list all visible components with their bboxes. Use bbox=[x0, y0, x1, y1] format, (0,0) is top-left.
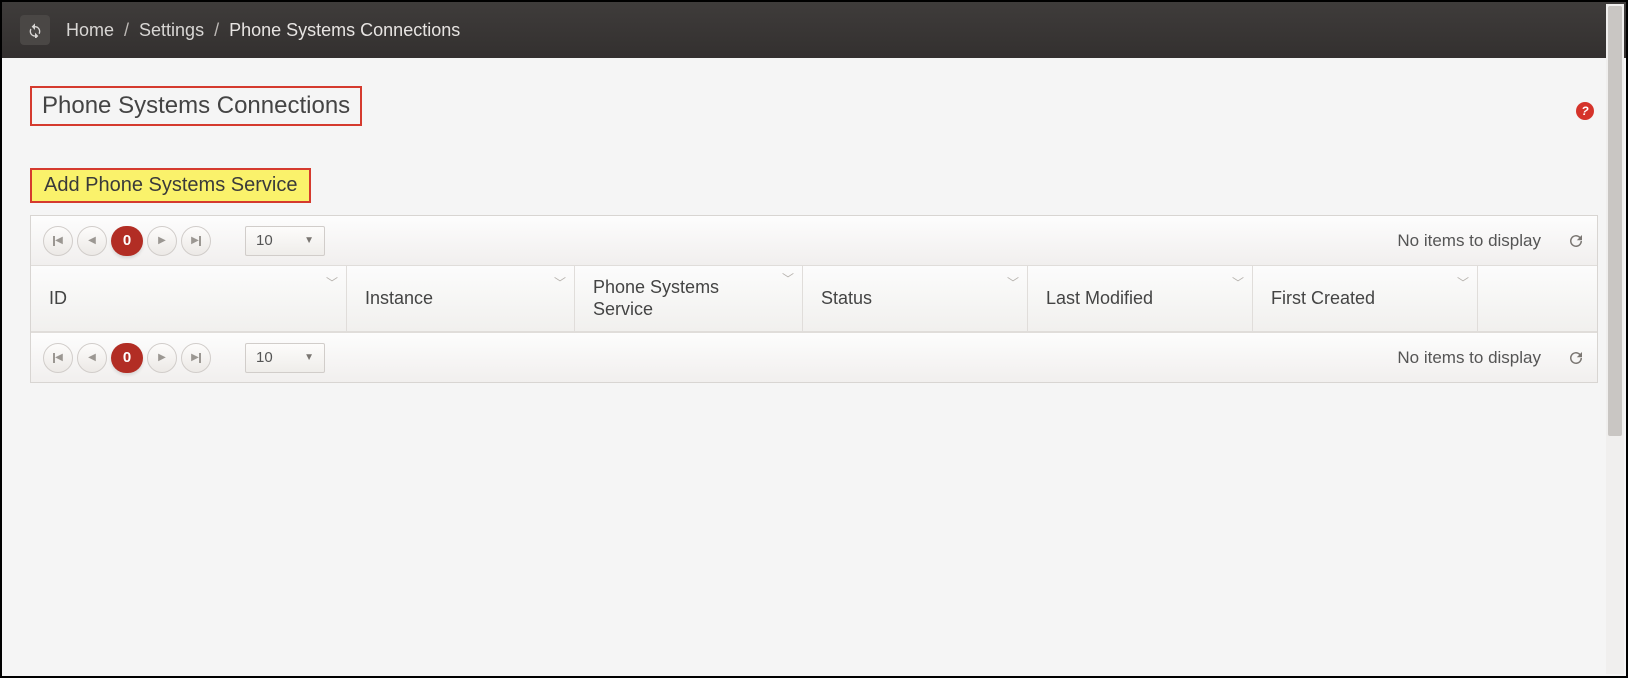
page-size-value: 10 bbox=[256, 232, 273, 249]
pager-first-button[interactable]: ◀ bbox=[43, 343, 73, 373]
chevron-down-icon: ▼ bbox=[304, 235, 314, 246]
page-size-value: 10 bbox=[256, 349, 273, 366]
page-size-select[interactable]: 10 ▼ bbox=[245, 343, 325, 373]
pager-current-page: 0 bbox=[111, 226, 143, 256]
column-label: Last Modified bbox=[1046, 288, 1153, 309]
breadcrumb-bar: Home / Settings / Phone Systems Connecti… bbox=[2, 2, 1626, 58]
pager-last-button[interactable]: ▶ bbox=[181, 343, 211, 373]
column-header-first-created[interactable]: First Created ﹀ bbox=[1253, 266, 1478, 331]
column-header-status[interactable]: Status ﹀ bbox=[803, 266, 1028, 331]
pager-next-button[interactable]: ▶ bbox=[147, 226, 177, 256]
chevron-down-icon: ▼ bbox=[304, 352, 314, 363]
grid-header-row: ID ﹀ Instance ﹀ Phone Systems Service ﹀ … bbox=[31, 266, 1597, 332]
page-size-select[interactable]: 10 ▼ bbox=[245, 226, 325, 256]
chevron-down-icon: ﹀ bbox=[554, 274, 566, 291]
pager-status-text: No items to display bbox=[1397, 348, 1541, 368]
breadcrumb-current: Phone Systems Connections bbox=[229, 20, 460, 41]
scrollbar-thumb[interactable] bbox=[1608, 6, 1622, 436]
column-header-last-modified[interactable]: Last Modified ﹀ bbox=[1028, 266, 1253, 331]
refresh-icon[interactable] bbox=[20, 15, 50, 45]
breadcrumb-separator: / bbox=[214, 20, 219, 41]
breadcrumb-settings[interactable]: Settings bbox=[139, 20, 204, 41]
column-header-spacer bbox=[1478, 266, 1597, 331]
grid-reload-icon[interactable] bbox=[1567, 232, 1585, 250]
pager-prev-button[interactable]: ◀ bbox=[77, 226, 107, 256]
pager-top: ◀ ◀ 0 ▶ ▶ 10 ▼ No items to display bbox=[31, 216, 1597, 266]
chevron-down-icon: ﹀ bbox=[1007, 274, 1019, 291]
grid-reload-icon[interactable] bbox=[1567, 349, 1585, 367]
add-phone-systems-service-button[interactable]: Add Phone Systems Service bbox=[30, 168, 311, 203]
column-label: Status bbox=[821, 288, 872, 309]
chevron-down-icon: ﹀ bbox=[1457, 274, 1469, 291]
column-label: Phone Systems Service bbox=[593, 277, 784, 320]
pager-first-button[interactable]: ◀ bbox=[43, 226, 73, 256]
pager-status-text: No items to display bbox=[1397, 231, 1541, 251]
pager-prev-button[interactable]: ◀ bbox=[77, 343, 107, 373]
vertical-scrollbar[interactable] bbox=[1606, 4, 1624, 674]
chevron-down-icon: ﹀ bbox=[326, 274, 338, 291]
page-title: Phone Systems Connections bbox=[30, 86, 362, 126]
column-label: Instance bbox=[365, 288, 433, 309]
pager-last-button[interactable]: ▶ bbox=[181, 226, 211, 256]
chevron-down-icon: ﹀ bbox=[1232, 274, 1244, 291]
column-label: ID bbox=[49, 288, 67, 309]
column-header-phone-systems-service[interactable]: Phone Systems Service ﹀ bbox=[575, 266, 803, 331]
breadcrumb-home[interactable]: Home bbox=[66, 20, 114, 41]
column-header-instance[interactable]: Instance ﹀ bbox=[347, 266, 575, 331]
column-label: First Created bbox=[1271, 288, 1375, 309]
pager-current-page: 0 bbox=[111, 343, 143, 373]
data-grid: ◀ ◀ 0 ▶ ▶ 10 ▼ No items to display ID ﹀ … bbox=[30, 215, 1598, 383]
help-icon[interactable]: ? bbox=[1576, 102, 1594, 120]
pager-next-button[interactable]: ▶ bbox=[147, 343, 177, 373]
column-header-id[interactable]: ID ﹀ bbox=[31, 266, 347, 331]
pager-bottom: ◀ ◀ 0 ▶ ▶ 10 ▼ No items to display bbox=[31, 332, 1597, 382]
breadcrumb-separator: / bbox=[124, 20, 129, 41]
